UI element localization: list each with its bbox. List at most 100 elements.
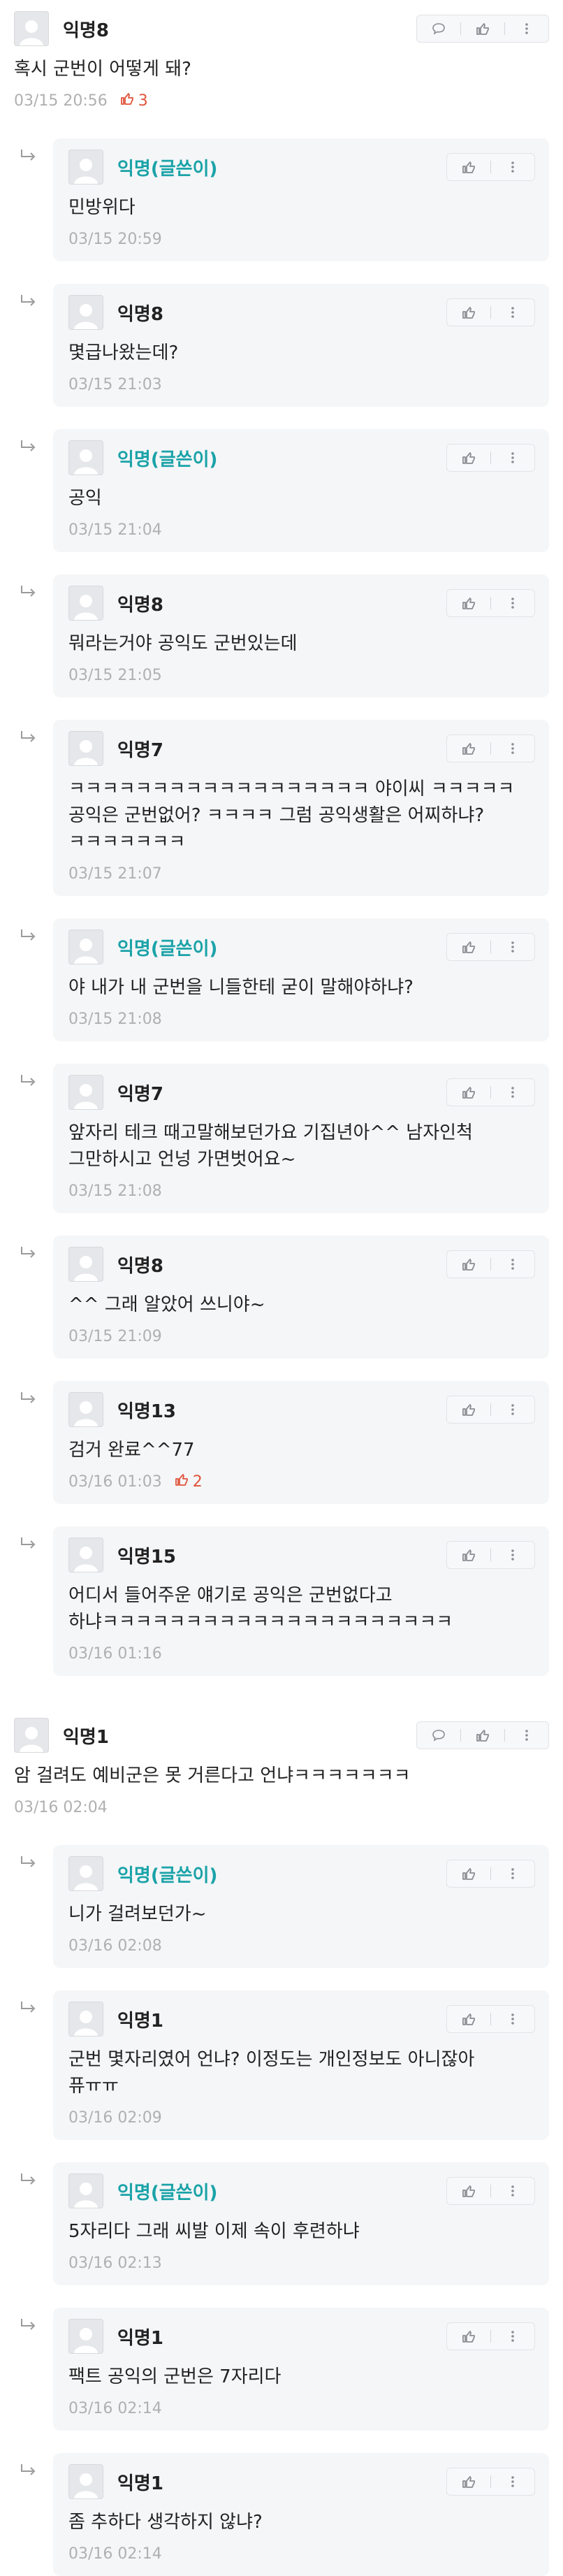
thumbs-up-icon[interactable] [447, 2178, 490, 2204]
comment-actions [416, 15, 549, 43]
thumbs-up-icon[interactable] [447, 1396, 490, 1423]
thumbs-up-icon[interactable] [447, 444, 490, 471]
comment-text: 어디서 들어주운 얘기로 공익은 군번없다고 하냐ㅋㅋㅋㅋㅋㅋㅋㅋㅋㅋㅋㅋㅋㅋㅋ… [68, 1585, 453, 1633]
avatar [68, 2464, 103, 2499]
comment-text: 좀 추하다 생각하지 않냐? [68, 2512, 263, 2533]
like-count: 2 [175, 1472, 203, 1491]
comment-header: 익명(글쓴이) [68, 148, 535, 186]
more-vertical-icon[interactable] [491, 1396, 534, 1423]
more-vertical-icon[interactable] [491, 299, 534, 326]
speech-bubble-icon[interactable] [417, 1722, 460, 1749]
thumbs-up-icon[interactable] [447, 2006, 490, 2032]
nickname[interactable]: 익명(글쓴이) [117, 2178, 217, 2204]
thumbs-up-icon[interactable] [461, 15, 504, 42]
nickname[interactable]: 익명(글쓴이) [117, 934, 217, 960]
reply-comment: 익명1 팩트 공익의 군번은 7자리다 03/16 02:14 [0, 2308, 563, 2431]
more-vertical-icon[interactable] [491, 444, 534, 471]
avatar [68, 731, 103, 766]
thumbs-up-icon[interactable] [447, 1542, 490, 1568]
avatar [68, 929, 103, 964]
nickname[interactable]: 익명15 [117, 1542, 176, 1568]
comment-text: 니가 걸려보던가~ [68, 1904, 207, 1925]
thumbs-up-icon[interactable] [447, 299, 490, 326]
like-count-value: 2 [192, 1472, 203, 1491]
more-vertical-icon[interactable] [505, 15, 548, 42]
nickname[interactable]: 익명1 [117, 2324, 163, 2350]
nickname[interactable]: 익명1 [117, 2006, 163, 2032]
comment-meta: 03/15 20:56 3 [14, 88, 549, 113]
comment-actions [446, 1250, 535, 1278]
more-vertical-icon[interactable] [491, 2468, 534, 2495]
avatar [14, 11, 49, 46]
nickname[interactable]: 익명8 [63, 16, 109, 42]
timestamp: 03/15 21:08 [68, 1182, 162, 1200]
avatar [68, 150, 103, 184]
thumbs-up-icon [120, 92, 138, 110]
reply-bubble: 익명8 몇급나왔는데? 03/15 21:03 [53, 284, 549, 407]
timestamp: 03/16 01:16 [68, 1644, 162, 1663]
more-vertical-icon[interactable] [491, 1079, 534, 1106]
reply-comment: 익명8 ^^ 그래 알았어 쓰니야~ 03/15 21:09 [0, 1236, 563, 1359]
more-vertical-icon[interactable] [491, 735, 534, 762]
thumbs-up-icon[interactable] [447, 1079, 490, 1106]
thumbs-up-icon[interactable] [461, 1722, 504, 1749]
more-vertical-icon[interactable] [505, 1722, 548, 1749]
timestamp: 03/15 21:03 [68, 375, 162, 393]
more-vertical-icon[interactable] [491, 2178, 534, 2204]
comment-text: 암 걸려도 예비군은 못 거른다고 언냐ㅋㅋㅋㅋㅋㅋㅋ [14, 1765, 411, 1786]
comment-text: 군번 몇자리였어 언냐? 이정도는 개인정보도 아니잖아 퓨ㅠㅠ [68, 2049, 475, 2097]
more-vertical-icon[interactable] [491, 1860, 534, 1887]
nickname[interactable]: 익명(글쓴이) [117, 445, 217, 471]
comment-text: ^^ 그래 알았어 쓰니야~ [68, 1294, 265, 1315]
thumbs-up-icon[interactable] [447, 735, 490, 762]
thumbs-up-icon[interactable] [447, 2468, 490, 2495]
more-vertical-icon[interactable] [491, 2323, 534, 2350]
reply-bubble: 익명13 검거 완료^^77 03/16 01:03 2 [53, 1381, 549, 1504]
timestamp: 03/15 21:08 [68, 1010, 162, 1028]
comment-actions [446, 589, 535, 617]
comment-header: 익명(글쓴이) [68, 1855, 535, 1893]
avatar [68, 1247, 103, 1282]
comment-header: 익명13 [68, 1391, 535, 1428]
thumbs-up-icon[interactable] [447, 1251, 490, 1278]
nickname[interactable]: 익명(글쓴이) [117, 1861, 217, 1887]
nickname[interactable]: 익명(글쓴이) [117, 154, 217, 180]
thumbs-up-icon[interactable] [447, 590, 490, 616]
reply-bubble: 익명(글쓴이) 야 내가 내 군번을 니들한테 굳이 말해야하냐? 03/15 … [53, 918, 549, 1041]
reply-bubble: 익명(글쓴이) 공익 03/15 21:04 [53, 429, 549, 552]
more-vertical-icon[interactable] [491, 934, 534, 960]
nickname[interactable]: 익명1 [63, 1723, 109, 1749]
avatar [14, 1718, 49, 1753]
more-vertical-icon[interactable] [491, 154, 534, 180]
more-vertical-icon[interactable] [491, 1542, 534, 1568]
comment-actions [446, 1078, 535, 1106]
thumbs-up-icon[interactable] [447, 154, 490, 180]
comment-meta: 03/16 02:09 [68, 2105, 535, 2130]
speech-bubble-icon[interactable] [417, 15, 460, 42]
more-vertical-icon[interactable] [491, 590, 534, 616]
more-vertical-icon[interactable] [491, 1251, 534, 1278]
comment-meta: 03/15 21:03 [68, 372, 535, 397]
comment: 익명1 암 걸려도 예비군은 못 거른다고 언냐ㅋㅋㅋㅋㅋㅋㅋ 03/16 02… [0, 1707, 563, 1820]
thumbs-up-icon[interactable] [447, 2323, 490, 2350]
comment-header: 익명8 [68, 1245, 535, 1283]
thumbs-up-icon[interactable] [447, 934, 490, 960]
comment-actions [446, 2177, 535, 2205]
reply-bubble: 익명1 군번 몇자리였어 언냐? 이정도는 개인정보도 아니잖아 퓨ㅠㅠ 03/… [53, 1990, 549, 2140]
reply-arrow-icon [20, 284, 53, 313]
nickname[interactable]: 익명8 [117, 300, 163, 326]
comment-header: 익명8 [68, 584, 535, 622]
comment-text: 혹시 군번이 어떻게 돼? [14, 59, 191, 80]
reply-arrow-icon [20, 1845, 53, 1874]
thumbs-up-icon[interactable] [447, 1860, 490, 1887]
nickname[interactable]: 익명8 [117, 591, 163, 616]
comment-header: 익명1 [68, 2000, 535, 2038]
timestamp: 03/16 02:08 [68, 1937, 162, 1955]
nickname[interactable]: 익명8 [117, 1252, 163, 1278]
nickname[interactable]: 익명7 [117, 1080, 163, 1106]
nickname[interactable]: 익명13 [117, 1397, 176, 1423]
nickname[interactable]: 익명1 [117, 2469, 163, 2495]
timestamp: 03/15 21:04 [68, 521, 162, 539]
more-vertical-icon[interactable] [491, 2006, 534, 2032]
nickname[interactable]: 익명7 [117, 736, 163, 762]
